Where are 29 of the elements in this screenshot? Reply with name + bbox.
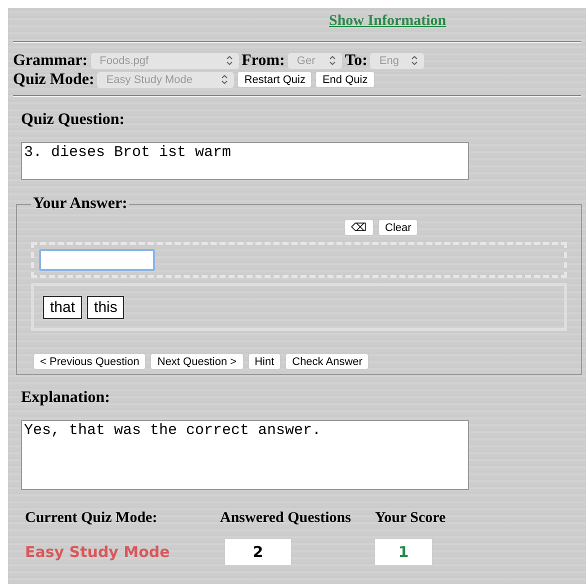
backspace-button[interactable]: ⌫ bbox=[344, 219, 374, 236]
nav-button[interactable]: Next Question > bbox=[150, 353, 244, 370]
score-value: 1 bbox=[375, 539, 432, 565]
answered-count: 2 bbox=[225, 539, 291, 565]
answer-input[interactable] bbox=[39, 249, 155, 271]
word-tile[interactable]: this bbox=[87, 296, 124, 318]
stat-label: Your Score bbox=[375, 510, 447, 527]
answer-legend: Your Answer: bbox=[31, 195, 130, 213]
field-label: From: bbox=[242, 52, 285, 70]
field-label: Quiz Mode: bbox=[13, 70, 94, 88]
nav-button[interactable]: < Previous Question bbox=[33, 353, 146, 370]
chevron-icon bbox=[226, 55, 233, 66]
nav-button[interactable]: Check Answer bbox=[285, 353, 370, 370]
field-label: Grammar: bbox=[13, 52, 88, 70]
quiz-mode-value: Easy Study Mode bbox=[25, 543, 171, 561]
quiz-button[interactable]: End Quiz bbox=[315, 71, 375, 88]
stat-label: Answered Questions bbox=[220, 510, 352, 527]
chevron-icon bbox=[328, 55, 336, 66]
explanation-text-area: Yes, that was the correct answer. bbox=[21, 420, 469, 490]
nav-button[interactable]: Hint bbox=[248, 353, 282, 370]
quiz-button[interactable]: Restart Quiz bbox=[237, 71, 312, 88]
chevron-icon bbox=[411, 55, 418, 66]
section-heading: Quiz Question: bbox=[21, 111, 126, 129]
word-tile[interactable]: that bbox=[43, 296, 82, 318]
field-label: To: bbox=[344, 52, 368, 70]
clear-button[interactable]: Clear bbox=[378, 219, 418, 236]
chevron-icon bbox=[221, 74, 228, 85]
question-text-area: 3. dieses Brot ist warm bbox=[21, 142, 469, 180]
section-heading: Explanation: bbox=[21, 389, 111, 407]
